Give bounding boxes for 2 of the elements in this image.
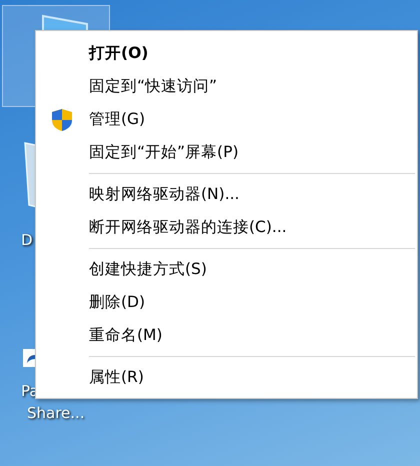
icon-label: D	[21, 230, 33, 251]
icon-label: Share...	[27, 403, 85, 424]
